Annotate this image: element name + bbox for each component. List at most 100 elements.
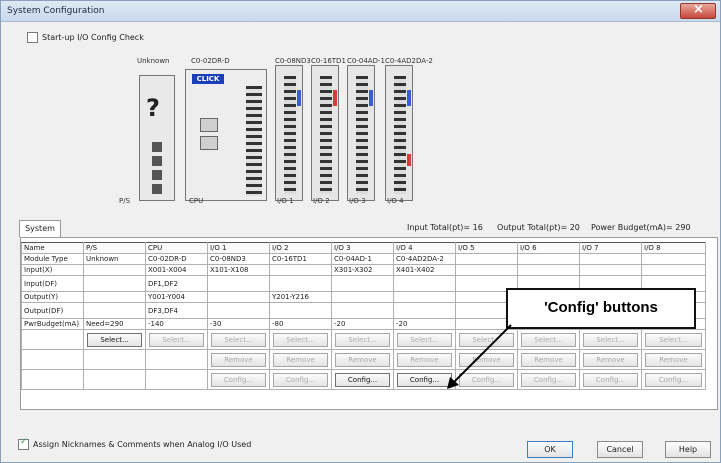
close-button[interactable]: [680, 2, 716, 19]
remove-button-io2[interactable]: Remove: [273, 352, 328, 367]
table-cell: C0-02DR-D: [145, 253, 208, 265]
button-cell: [21, 329, 84, 350]
module-label-io3: C0-04AD-1: [347, 57, 385, 65]
button-cell: Config...: [331, 369, 394, 390]
button-cell: [145, 369, 208, 390]
config-button-io2[interactable]: Config...: [273, 372, 328, 387]
button-cell: Config...: [207, 369, 270, 390]
table-cell: [517, 253, 580, 265]
click-logo: CLICK: [192, 74, 224, 84]
table-cell: C0-4AD2DA-2: [393, 253, 456, 265]
table-cell: X401-X402: [393, 264, 456, 276]
callout-arrow: [447, 324, 512, 389]
remove-button-io6[interactable]: Remove: [521, 352, 576, 367]
config-button-io7[interactable]: Config...: [583, 372, 638, 387]
slot-label-ps: P/S: [119, 197, 131, 205]
module-label-io2: C0-16TD1: [311, 57, 346, 65]
ok-button[interactable]: OK: [527, 441, 573, 458]
startup-io-check[interactable]: Start-up I/O Config Check: [27, 32, 144, 43]
slot-label-io1: I/O 1: [277, 197, 294, 205]
select-button-cpu[interactable]: Select...: [149, 332, 204, 347]
button-cell: Remove: [269, 349, 332, 370]
column-header: P/S: [83, 242, 146, 254]
table-cell: C0-04AD-1: [331, 253, 394, 265]
config-button-io3[interactable]: Config...: [335, 372, 390, 387]
power-supply-module[interactable]: ?: [139, 75, 175, 201]
config-buttons-callout: 'Config' buttons: [506, 288, 696, 329]
terminal-strip: [394, 76, 406, 194]
help-button[interactable]: Help: [665, 441, 711, 458]
table-cell: [579, 264, 642, 276]
button-cell: [21, 349, 84, 370]
module-label-ps: Unknown: [137, 57, 170, 65]
config-button-io6[interactable]: Config...: [521, 372, 576, 387]
input-total: Input Total(pt)= 16: [407, 223, 483, 232]
button-cell: Remove: [641, 349, 706, 370]
table-cell: [269, 302, 332, 319]
remove-button-io7[interactable]: Remove: [583, 352, 638, 367]
table-cell: [517, 264, 580, 276]
row-name: Output(Y): [21, 291, 84, 303]
module-indicator: [407, 154, 411, 166]
power-budget: Power Budget(mA)= 290: [591, 223, 691, 232]
port-icon: [200, 118, 218, 132]
select-button-io1[interactable]: Select...: [211, 332, 266, 347]
table-cell: DF1,DF2: [145, 275, 208, 292]
config-button-io1[interactable]: Config...: [211, 372, 266, 387]
select-button-io8[interactable]: Select...: [645, 332, 702, 347]
table-cell: -140: [145, 318, 208, 330]
column-header: CPU: [145, 242, 208, 254]
module-indicator: [369, 90, 373, 106]
output-total: Output Total(pt)= 20: [497, 223, 580, 232]
io-module-2[interactable]: [311, 65, 339, 201]
button-cell: Select...: [145, 329, 208, 350]
row-name: Output(DF): [21, 302, 84, 319]
button-cell: Select...: [641, 329, 706, 350]
table-row: Module Type Unknown C0-02DR-D C0-08ND3 C0-16…: [21, 253, 706, 265]
unknown-module-symbol: ?: [146, 94, 160, 122]
terminal-strip: [320, 76, 332, 194]
terminal-strip: [356, 76, 368, 194]
io-module-1[interactable]: [275, 65, 303, 201]
table-cell: [207, 275, 270, 292]
select-button-io6[interactable]: Select...: [521, 332, 576, 347]
select-button-ps[interactable]: Select...: [87, 332, 142, 347]
select-button-io2[interactable]: Select...: [273, 332, 328, 347]
button-cell: Remove: [207, 349, 270, 370]
table-cell: [83, 291, 146, 303]
slot-label-cpu: CPU: [189, 197, 204, 205]
column-header: I/O 5: [455, 242, 518, 254]
table-cell: Y001-Y004: [145, 291, 208, 303]
remove-button-io3[interactable]: Remove: [335, 352, 390, 367]
select-button-io7[interactable]: Select...: [583, 332, 638, 347]
table-cell: [393, 275, 456, 292]
table-cell: C0-08ND3: [207, 253, 270, 265]
config-button-io8[interactable]: Config...: [645, 372, 702, 387]
button-cell: Select...: [331, 329, 394, 350]
remove-button-io8[interactable]: Remove: [645, 352, 702, 367]
io-module-3[interactable]: [347, 65, 375, 201]
assign-nicknames-option[interactable]: Assign Nicknames & Comments when Analog …: [18, 439, 251, 450]
remove-button-io1[interactable]: Remove: [211, 352, 266, 367]
cpu-module[interactable]: CLICK: [185, 69, 267, 201]
table-cell: [393, 302, 456, 319]
cancel-button[interactable]: Cancel: [597, 441, 643, 458]
title-bar: System Configuration: [1, 1, 720, 22]
tab-system[interactable]: System: [19, 220, 61, 237]
column-header: I/O 3: [331, 242, 394, 254]
terminal-icon: [152, 184, 162, 194]
table-header-row: Name P/S CPU I/O 1 I/O 2 I/O 3 I/O 4 I/O 5 I/O 6…: [21, 242, 706, 254]
module-indicator: [333, 90, 337, 106]
select-button-io3[interactable]: Select...: [335, 332, 390, 347]
table-cell: [331, 302, 394, 319]
module-label-cpu: C0-02DR-D: [191, 57, 230, 65]
assign-nicknames-checkbox[interactable]: [18, 439, 29, 450]
table-cell: -80: [269, 318, 332, 330]
io-module-4[interactable]: [385, 65, 413, 201]
table-cell: [455, 253, 518, 265]
table-cell: [641, 264, 706, 276]
button-cell: [83, 349, 146, 370]
startup-io-check-checkbox[interactable]: [27, 32, 38, 43]
slot-label-io2: I/O 2: [313, 197, 330, 205]
table-cell: [269, 275, 332, 292]
